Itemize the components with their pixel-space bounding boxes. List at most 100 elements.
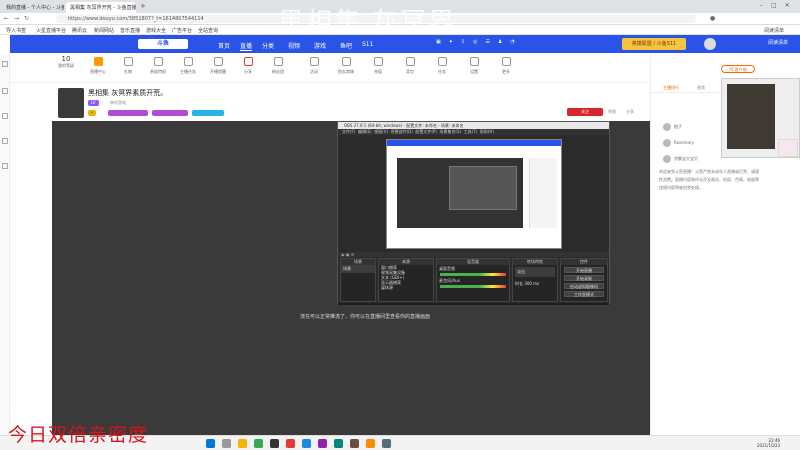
bookmark-item[interactable]: 全站查询: [198, 27, 218, 34]
browser-tab[interactable]: 我的直播 - 个人中心 - 斗鱼: [2, 2, 64, 13]
streamer-avatar[interactable]: [58, 88, 84, 118]
cat-item[interactable]: 充值: [364, 57, 392, 75]
cat-item[interactable]: 分享: [234, 57, 262, 75]
start-icon[interactable]: [206, 439, 215, 448]
transition-select[interactable]: 淡出: [515, 267, 555, 277]
profile-icon[interactable]: ●: [710, 15, 715, 22]
bookmark-item[interactable]: 游戏大全: [146, 27, 166, 34]
obs-menu-item[interactable]: 场景集合(S): [439, 129, 461, 134]
follow-button[interactable]: 关注: [567, 108, 603, 116]
obs-menu-item[interactable]: 工具(T): [464, 129, 478, 134]
cat-item[interactable]: 活动: [300, 57, 328, 75]
obs-menu-item[interactable]: 停靠部件(D): [391, 129, 413, 134]
preview-nested-obs: [449, 166, 517, 210]
explorer-icon[interactable]: [238, 439, 247, 448]
rank-item[interactable]: 余额宝大宝贝: [663, 155, 723, 165]
clock-date: 2021/10/23: [757, 443, 781, 448]
preview-sidebar: [529, 158, 557, 228]
rank-item[interactable]: 橙子: [663, 123, 723, 133]
client-badge[interactable]: PC客户端: [721, 65, 755, 73]
rank-item[interactable]: Rosemary: [663, 139, 723, 149]
rail-game-icon[interactable]: [2, 138, 8, 144]
tab-vip[interactable]: 贵宾: [697, 85, 705, 91]
user-avatar[interactable]: [704, 38, 716, 50]
promo-banner[interactable]: 英雄联盟 / 斗鱼S11: [622, 38, 686, 50]
rail-home-icon[interactable]: [2, 61, 8, 67]
bookmark-item[interactable]: 广告平台: [172, 27, 192, 34]
cat-item[interactable]: 贵族特权: [144, 57, 172, 75]
reading-list-header[interactable]: 阅读清单: [768, 39, 788, 46]
obs-icon[interactable]: [270, 439, 279, 448]
bookmark-item[interactable]: 导入书签: [6, 27, 26, 34]
tab-rank[interactable]: 主播排行: [663, 85, 679, 91]
cat-item[interactable]: 直播中心: [84, 57, 112, 75]
nav-live[interactable]: 直播: [240, 41, 253, 51]
badge: [108, 110, 148, 116]
source-item[interactable]: 媒体源: [379, 285, 433, 290]
live-center-icon: [93, 57, 103, 66]
app-icon[interactable]: [302, 439, 311, 448]
site-logo[interactable]: 斗鱼: [138, 39, 188, 49]
cat-item[interactable]: 礼物: [114, 57, 142, 75]
nav-category[interactable]: 分类: [262, 41, 274, 50]
rail-video-icon[interactable]: [2, 113, 8, 119]
app-icon[interactable]: [366, 439, 375, 448]
level-badge[interactable]: 10 我的等级: [52, 55, 80, 69]
bookmark-item[interactable]: 火星直播平台: [36, 27, 66, 34]
scene-item[interactable]: 场景: [341, 265, 375, 273]
category-link[interactable]: 单机游戏: [110, 100, 126, 106]
bookmark-item[interactable]: 腾讯云: [72, 27, 87, 34]
cat-item[interactable]: 设置: [460, 57, 488, 75]
search-icon[interactable]: [222, 439, 231, 448]
bookmark-item[interactable]: 音乐直播: [120, 27, 140, 34]
reading-list[interactable]: 阅读清单: [764, 27, 784, 34]
bookmark-item[interactable]: 新闻网站: [94, 27, 114, 34]
obs-menu-item[interactable]: 视图(V): [374, 129, 388, 134]
task-icon: [183, 57, 193, 66]
nav-video[interactable]: 视频: [288, 41, 300, 50]
nav-fishbar[interactable]: 鱼吧: [340, 41, 352, 50]
cat-item[interactable]: 任务: [428, 57, 456, 75]
cat-item[interactable]: 更多: [492, 57, 520, 75]
nav-games[interactable]: 游戏: [314, 41, 326, 50]
obs-menu-item[interactable]: 配置文件(P): [415, 129, 437, 134]
rail-follow-icon[interactable]: [2, 88, 8, 94]
start-streaming-button[interactable]: 开始直播: [564, 267, 604, 273]
gear-icon: [469, 57, 479, 66]
cat-item[interactable]: 背包: [396, 57, 424, 75]
webcam-feed: [727, 84, 775, 149]
app-icon[interactable]: [334, 439, 343, 448]
app-icon[interactable]: [350, 439, 359, 448]
app-icon[interactable]: [382, 439, 391, 448]
obs-controls-dock: 控件 开始直播 开始录制 启动虚拟摄像机 工作室模式: [560, 258, 608, 302]
nav-s11[interactable]: S11: [362, 41, 373, 48]
virtual-camera-button[interactable]: 启动虚拟摄像机: [564, 283, 604, 289]
cat-label: 开播提醒: [210, 69, 226, 74]
rail-more-icon[interactable]: [2, 163, 8, 169]
studio-mode-button[interactable]: 工作室模式: [564, 291, 604, 297]
header-action-icons[interactable]: ▣✦⇩◎☰♟◔: [436, 39, 523, 45]
share-link[interactable]: 分享: [626, 109, 634, 115]
transition-duration[interactable]: 时长 300 ms: [513, 279, 557, 289]
share-icon: [243, 57, 253, 66]
cat-item[interactable]: 粉丝团: [264, 57, 292, 75]
obs-preview[interactable]: [386, 139, 562, 249]
app-icon[interactable]: [286, 439, 295, 448]
nav-home[interactable]: 首页: [218, 41, 230, 50]
obs-menu-item[interactable]: 编辑(E): [358, 129, 372, 134]
report-link[interactable]: 举报: [608, 109, 616, 115]
app-icon[interactable]: [318, 439, 327, 448]
cat-item[interactable]: 主播任务: [174, 57, 202, 75]
cat-item[interactable]: 鱼丸商城: [332, 57, 360, 75]
browser-tab-active[interactable]: 黑相集 灰冥界开荒 - 斗鱼直播: [66, 2, 136, 13]
new-tab-icon[interactable]: +: [140, 2, 146, 10]
taskbar-clock[interactable]: 22:46 2021/10/23: [757, 438, 780, 448]
chrome-icon[interactable]: [254, 439, 263, 448]
nav-back-forward-reload-icons[interactable]: ←→↻: [4, 15, 34, 22]
start-recording-button[interactable]: 开始录制: [564, 275, 604, 281]
cat-item[interactable]: 开播提醒: [204, 57, 232, 75]
obs-menu-item[interactable]: 帮助(H): [480, 129, 494, 134]
mixer-channel-label: 桌面音频: [439, 266, 455, 271]
obs-menu-item[interactable]: 文件(F): [342, 129, 355, 134]
window-controls[interactable]: –□✕: [760, 2, 798, 9]
